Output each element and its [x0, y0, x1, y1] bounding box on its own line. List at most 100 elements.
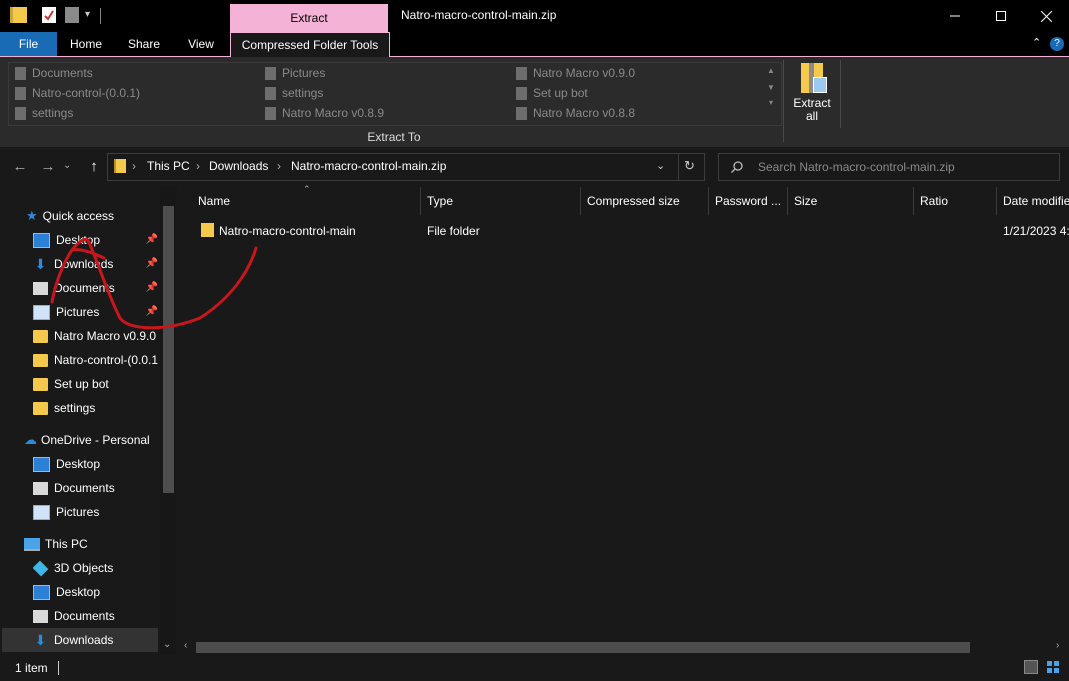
gallery-item[interactable]: Documents — [15, 63, 255, 83]
minimize-button[interactable] — [932, 0, 978, 32]
nav-label: Documents — [54, 281, 115, 295]
table-row[interactable]: Natro-macro-control-main File folder 1/2… — [192, 219, 1069, 241]
refresh-icon[interactable]: ↻ — [684, 158, 695, 174]
breadcrumb-this-pc[interactable]: This PC — [147, 159, 190, 173]
gallery-item[interactable]: settings — [15, 103, 255, 123]
search-placeholder: Search Natro-macro-control-main.zip — [758, 160, 955, 174]
breadcrumb-zip[interactable]: Natro-macro-control-main.zip — [291, 159, 446, 173]
address-bar[interactable]: › This PC › Downloads › Natro-macro-cont… — [107, 153, 705, 181]
horizontal-scrollbar-thumb[interactable] — [196, 642, 970, 653]
gallery-item[interactable]: Natro Macro v0.8.8 — [516, 103, 756, 123]
arrow-up-icon: ↑ — [90, 158, 98, 175]
nav-item-pc-downloads[interactable]: ⬇ Downloads — [2, 628, 158, 652]
nav-label: Downloads — [54, 633, 114, 647]
gallery-item-label: Pictures — [282, 66, 326, 80]
large-icons-view-icon[interactable] — [1046, 660, 1061, 674]
nav-item-downloads[interactable]: ⬇ Downloads 📌 — [33, 252, 160, 276]
nav-item-natro-macro-090[interactable]: Natro Macro v0.9.0 — [33, 324, 160, 348]
up-button[interactable]: ↑ — [82, 157, 106, 177]
scroll-right-icon[interactable]: › — [1056, 640, 1059, 651]
pin-icon[interactable]: 📌 — [146, 228, 158, 252]
file-list: ⌃ Name Type Compressed size Password ...… — [178, 184, 1069, 655]
help-icon[interactable]: ? — [1050, 37, 1064, 51]
nav-item-onedrive-desktop[interactable]: Desktop — [33, 452, 160, 476]
folder-icon — [15, 86, 26, 100]
zip-folder-icon — [114, 159, 126, 173]
gallery-item-label: Natro Macro v0.8.8 — [533, 106, 636, 120]
gallery-item[interactable]: Set up bot — [516, 83, 756, 103]
breadcrumb-separator[interactable]: › — [196, 159, 200, 173]
gallery-item-label: Set up bot — [533, 86, 588, 100]
tab-file[interactable]: File — [0, 32, 57, 56]
address-dropdown-icon[interactable]: ⌄ — [656, 159, 665, 172]
folder-icon — [265, 86, 276, 100]
gallery-item[interactable]: Pictures — [265, 63, 505, 83]
nav-item-settings[interactable]: settings — [33, 396, 160, 420]
nav-label: This PC — [45, 537, 88, 551]
column-header-size[interactable]: Size — [788, 187, 914, 215]
tab-home[interactable]: Home — [62, 32, 110, 56]
collapse-ribbon-icon[interactable]: ⌃ — [1032, 36, 1041, 49]
gallery-item[interactable]: Natro Macro v0.8.9 — [265, 103, 505, 123]
tab-compressed-folder-tools[interactable]: Compressed Folder Tools — [230, 32, 390, 57]
maximize-button[interactable] — [978, 0, 1024, 32]
qa-dropdown-icon[interactable]: ▾ — [85, 9, 90, 20]
gallery-item[interactable]: settings — [265, 83, 505, 103]
tab-share[interactable]: Share — [120, 32, 168, 56]
column-header-name[interactable]: Name — [192, 187, 421, 215]
breadcrumb-separator[interactable]: › — [132, 159, 136, 173]
file-date: 1/21/2023 4:2 — [1003, 224, 1069, 238]
properties-icon[interactable] — [42, 7, 56, 23]
gallery-item-label: Documents — [32, 66, 93, 80]
nav-item-onedrive-pictures[interactable]: Pictures — [33, 500, 160, 524]
nav-label: OneDrive - Personal — [41, 433, 150, 447]
nav-label: settings — [54, 401, 96, 415]
nav-item-desktop[interactable]: Desktop 📌 — [33, 228, 160, 252]
gallery-item[interactable]: Natro Macro v0.9.0 — [516, 63, 756, 83]
column-header-date-modified[interactable]: Date modifie — [997, 187, 1069, 215]
nav-item-pc-desktop[interactable]: Desktop — [33, 580, 160, 604]
pictures-icon — [265, 66, 276, 80]
star-icon: ★ — [26, 208, 38, 223]
new-folder-icon[interactable] — [65, 7, 79, 23]
breadcrumb-downloads[interactable]: Downloads — [209, 159, 268, 173]
gallery-up-icon[interactable]: ▲ — [763, 66, 779, 75]
nav-this-pc[interactable]: This PC — [24, 532, 160, 556]
column-header-compressed-size[interactable]: Compressed size — [581, 187, 709, 215]
column-header-ratio[interactable]: Ratio — [914, 187, 997, 215]
close-button[interactable] — [1023, 0, 1069, 32]
extract-all-button[interactable]: Extract all — [787, 60, 837, 128]
column-header-password[interactable]: Password ... — [709, 187, 788, 215]
nav-item-3d-objects[interactable]: 3D Objects — [33, 556, 160, 580]
back-button[interactable]: ← — [8, 157, 32, 177]
details-view-icon[interactable] — [1024, 660, 1038, 674]
title-bar: ▾ Extract Natro-macro-control-main.zip — [0, 0, 1069, 32]
status-separator — [58, 661, 59, 675]
nav-item-natro-control[interactable]: Natro-control-(0.0.1 — [33, 348, 160, 372]
nav-label: Natro-control-(0.0.1 — [54, 353, 159, 367]
nav-item-set-up-bot[interactable]: Set up bot — [33, 372, 160, 396]
nav-onedrive[interactable]: ☁ OneDrive - Personal — [24, 428, 160, 452]
forward-button[interactable]: → — [36, 157, 60, 177]
recent-locations-icon[interactable]: ⌄ — [63, 160, 71, 171]
gallery-scroll[interactable]: ▲ ▼ ▾ — [763, 62, 779, 124]
scroll-down-icon[interactable]: ⌄ — [163, 639, 171, 650]
pin-icon[interactable]: 📌 — [146, 276, 158, 300]
search-box[interactable]: Search Natro-macro-control-main.zip — [718, 153, 1060, 181]
minimize-icon — [950, 15, 960, 17]
nav-scrollbar-thumb[interactable] — [163, 206, 174, 493]
nav-item-pc-documents[interactable]: Documents — [33, 604, 160, 628]
breadcrumb-separator[interactable]: › — [277, 159, 281, 173]
gallery-down-icon[interactable]: ▼ — [763, 83, 779, 92]
nav-item-documents[interactable]: Documents 📌 — [33, 276, 160, 300]
gallery-more-icon[interactable]: ▾ — [763, 98, 779, 107]
gallery-item[interactable]: Natro-control-(0.0.1) — [15, 83, 255, 103]
close-icon — [1040, 10, 1052, 22]
column-header-type[interactable]: Type — [421, 187, 581, 215]
tab-view[interactable]: View — [177, 32, 225, 56]
pin-icon[interactable]: 📌 — [146, 252, 158, 276]
nav-item-pictures[interactable]: Pictures 📌 — [33, 300, 160, 324]
nav-item-onedrive-documents[interactable]: Documents — [33, 476, 160, 500]
scroll-left-icon[interactable]: ‹ — [184, 640, 187, 651]
pin-icon[interactable]: 📌 — [146, 300, 158, 324]
